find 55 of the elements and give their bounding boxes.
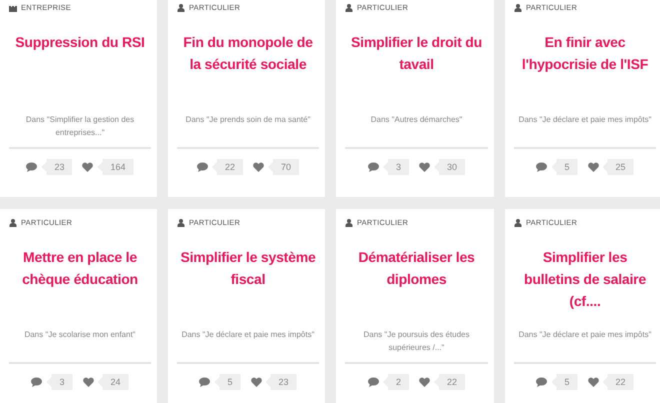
heart-icon	[419, 377, 430, 387]
comment-count: 3	[382, 159, 409, 175]
person-icon	[177, 4, 185, 12]
person-icon	[9, 218, 17, 226]
comment-count: 22	[212, 159, 243, 175]
context-text: Dans "Je déclare et paie mes impôts"	[518, 114, 652, 126]
comment-count: 5	[214, 374, 240, 390]
comment-icon	[26, 162, 38, 172]
like-count: 70	[268, 159, 300, 175]
heart-icon	[588, 377, 598, 387]
like-count: 22	[602, 374, 634, 390]
comment-icon	[536, 377, 548, 387]
person-icon	[345, 4, 353, 12]
comment-count: 5	[551, 374, 578, 390]
like-count: 25	[602, 159, 634, 175]
heart-icon	[250, 377, 262, 387]
like-count: 23	[266, 374, 297, 390]
comment-icon	[31, 377, 42, 387]
context-text: Dans "Je poursuis des études supérieures /..."	[362, 329, 470, 354]
person-icon	[345, 218, 353, 226]
like-count: 22	[434, 374, 466, 390]
heart-icon	[82, 162, 94, 172]
comment-icon	[536, 162, 548, 172]
heart-icon	[588, 162, 598, 172]
context-text: Dans "Autres démarches"	[370, 114, 464, 126]
comment-icon	[368, 162, 379, 172]
heart-icon	[82, 377, 94, 387]
comment-count: 3	[46, 374, 72, 390]
person-icon	[514, 218, 522, 226]
like-count: 24	[98, 374, 129, 390]
context-text: Dans "Je déclare et paie mes impôts"	[180, 329, 316, 341]
comment-icon	[368, 377, 379, 387]
proposal-title[interactable]: Suppression du RSI	[9, 31, 151, 107]
like-count: 164	[97, 159, 134, 175]
like-count: 30	[434, 159, 466, 175]
heart-icon	[253, 162, 264, 172]
context-text: Dans "Je prends soin de ma santé"	[184, 114, 312, 126]
proposal-title[interactable]: Simplifier le droit du tavail	[345, 31, 488, 107]
comment-icon	[199, 377, 210, 387]
comment-count: 2	[382, 374, 409, 390]
heart-icon	[419, 162, 430, 172]
proposal-title[interactable]: Simplifier les bulletins de salaire (cf....	[514, 246, 656, 322]
context-text: Dans "Je déclare et paie mes impôts"	[518, 329, 652, 341]
comment-count: 5	[551, 159, 578, 175]
person-icon	[177, 218, 185, 226]
proposal-title[interactable]: Simplifier le système fiscal	[177, 246, 319, 322]
comment-count: 23	[41, 159, 72, 175]
proposal-title[interactable]: Fin du monopole de la sécurité sociale	[177, 31, 319, 107]
context-text: Dans "Je scolarise mon enfant"	[23, 329, 137, 341]
person-icon	[514, 4, 522, 12]
proposal-title[interactable]: Dématérialiser les diplomes	[345, 246, 488, 322]
comment-icon	[196, 162, 208, 172]
proposal-title[interactable]: Mettre en place le chèque éducation	[9, 246, 151, 322]
context-text: Dans "Simplifier la gestion des entreprises..."	[24, 114, 136, 139]
proposal-title[interactable]: En finir avec l'hypocrisie de l'ISF	[514, 31, 656, 107]
